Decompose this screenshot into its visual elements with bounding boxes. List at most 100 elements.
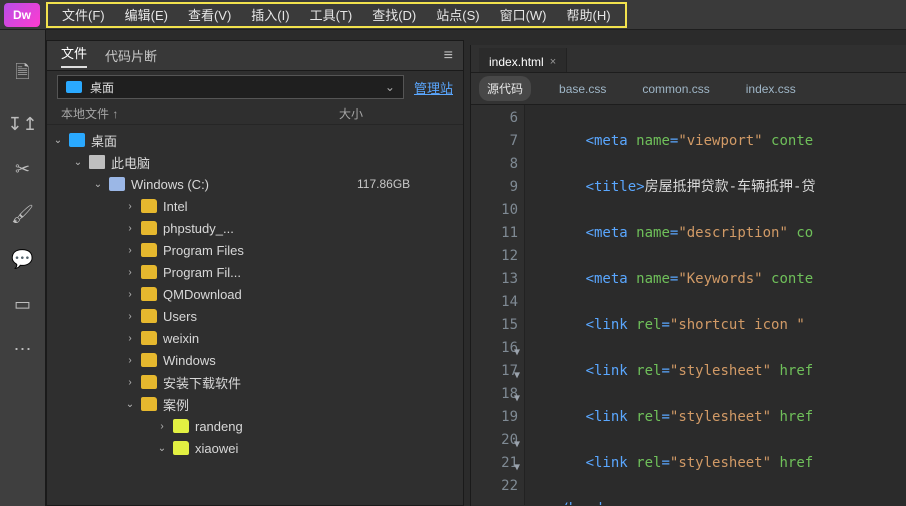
line-number: 22 [471,475,518,498]
menu-help[interactable]: 帮助(H) [557,3,621,26]
chevron-down-icon[interactable]: ⌄ [157,443,167,454]
tree-xiaowei[interactable]: ⌄ xiaowei [53,437,457,459]
line-number: 16▼ [471,337,518,360]
tab-snippets[interactable]: 代码片断 [105,46,157,65]
folder-icon [141,331,157,345]
chevron-right-icon[interactable]: › [125,311,135,322]
close-icon[interactable]: × [550,56,556,68]
subtab-source[interactable]: 源代码 [479,76,531,101]
tree-label: 安装下载软件 [163,373,457,392]
folder-icon [141,353,157,367]
tree-label: randeng [195,419,457,434]
line-number: 17▼ [471,360,518,383]
line-number: 20▼ [471,429,518,452]
menu-insert[interactable]: 插入(I) [241,3,299,26]
chevron-right-icon[interactable]: › [157,421,167,432]
line-number: 18▼ [471,383,518,406]
manage-site-link[interactable]: 管理站 [414,78,453,97]
tree-windows[interactable]: › Windows [53,349,457,371]
related-files-bar: 源代码 base.css common.css index.css [471,73,906,105]
chevron-right-icon[interactable]: › [125,333,135,344]
chevron-right-icon[interactable]: › [125,289,135,300]
panel-menu-icon[interactable]: ≡ [444,47,453,65]
editor-tabs: index.html × [471,45,906,73]
chevron-right-icon[interactable]: › [125,201,135,212]
chevron-right-icon[interactable]: › [125,223,135,234]
folder-icon [173,419,189,433]
line-number: 13 [471,268,518,291]
tree-weixin[interactable]: › weixin [53,327,457,349]
chevron-down-icon: ⌄ [385,80,395,94]
chevron-down-icon[interactable]: ⌄ [73,157,83,168]
line-number: 15 [471,314,518,337]
line-number: 6 [471,107,518,130]
tree-desktop[interactable]: ⌄ 桌面 [53,129,457,151]
computer-icon [89,155,105,169]
tool-swap-icon[interactable]: ↧↥ [7,114,37,135]
tree-anzhuang[interactable]: › 安装下载软件 [53,371,457,393]
code-body[interactable]: <meta name="viewport" conte <title>房屋抵押贷… [525,105,906,505]
subtab-index[interactable]: index.css [738,78,804,100]
menu-file[interactable]: 文件(F) [52,3,115,26]
drive-icon [109,177,125,191]
tree-label: Users [163,309,457,324]
folder-icon [141,199,157,213]
desktop-icon [66,81,82,93]
chevron-right-icon[interactable]: › [125,245,135,256]
chevron-right-icon[interactable]: › [125,377,135,388]
files-panel: 文件 代码片断 ≡ 桌面 ⌄ 管理站 本地文件 ↑ 大小 ⌄ 桌面 ⌄ 此电脑 … [46,40,464,506]
tab-files[interactable]: 文件 [61,43,87,68]
tree-cdrive[interactable]: ⌄ Windows (C:) 117.86GB [53,173,457,195]
tree-intel[interactable]: › Intel [53,195,457,217]
menu-find[interactable]: 查找(D) [362,3,426,26]
tool-comment-icon[interactable]: 💬 [11,249,33,270]
chevron-down-icon[interactable]: ⌄ [125,399,135,410]
tree-progfiles[interactable]: › Program Files [53,239,457,261]
dropdown-label: 桌面 [90,79,114,96]
tree-label: Intel [163,199,457,214]
tree-users[interactable]: › Users [53,305,457,327]
tree-thispc[interactable]: ⌄ 此电脑 [53,151,457,173]
title-bar: Dw 文件(F) 编辑(E) 查看(V) 插入(I) 工具(T) 查找(D) 站… [0,0,906,30]
tree-randeng[interactable]: › randeng [53,415,457,437]
files-header: 本地文件 ↑ 大小 [47,103,463,125]
chevron-down-icon[interactable]: ⌄ [53,135,63,146]
code-area[interactable]: 6 7 8 9 10 11 12 13 14 15 16▼ 17▼ 18▼ 19… [471,105,906,505]
folder-icon [141,221,157,235]
tree-label: weixin [163,331,457,346]
folder-icon [141,243,157,257]
tree-label: QMDownload [163,287,457,302]
location-dropdown[interactable]: 桌面 ⌄ [57,75,404,99]
menu-window[interactable]: 窗口(W) [490,3,557,26]
menu-tool[interactable]: 工具(T) [300,3,363,26]
column-name[interactable]: 本地文件 ↑ [61,105,339,122]
subtab-common[interactable]: common.css [634,78,717,100]
tree-qmdownload[interactable]: › QMDownload [53,283,457,305]
tool-brush-icon[interactable]: 🖌 [11,204,34,225]
menu-edit[interactable]: 编辑(E) [115,3,178,26]
tree-label: 桌面 [91,131,457,150]
desktop-icon [69,133,85,147]
tree-progfilesx[interactable]: › Program Fil... [53,261,457,283]
chevron-right-icon[interactable]: › [125,267,135,278]
tool-scissors-icon[interactable]: ✂ [15,159,30,180]
tool-new-doc-icon[interactable]: 🗎 [15,60,29,90]
tree-label: phpstudy_... [163,221,457,236]
tree-label: Program Fil... [163,265,457,280]
panel-tabs: 文件 代码片断 ≡ [47,41,463,71]
tool-panel-icon[interactable]: ▭ [14,294,31,315]
menu-view[interactable]: 查看(V) [178,3,241,26]
menu-site[interactable]: 站点(S) [426,3,489,26]
column-size[interactable]: 大小 [339,105,449,122]
line-number: 9 [471,176,518,199]
chevron-right-icon[interactable]: › [125,355,135,366]
editor-tab-index[interactable]: index.html × [479,48,567,72]
tool-more-icon[interactable]: ⋯ [14,339,32,360]
chevron-down-icon[interactable]: ⌄ [93,179,103,190]
subtab-base[interactable]: base.css [551,78,614,100]
tree-label: Program Files [163,243,457,258]
folder-icon [141,375,157,389]
line-number: 11 [471,222,518,245]
tree-anli[interactable]: ⌄ 案例 [53,393,457,415]
tree-phpstudy[interactable]: › phpstudy_... [53,217,457,239]
